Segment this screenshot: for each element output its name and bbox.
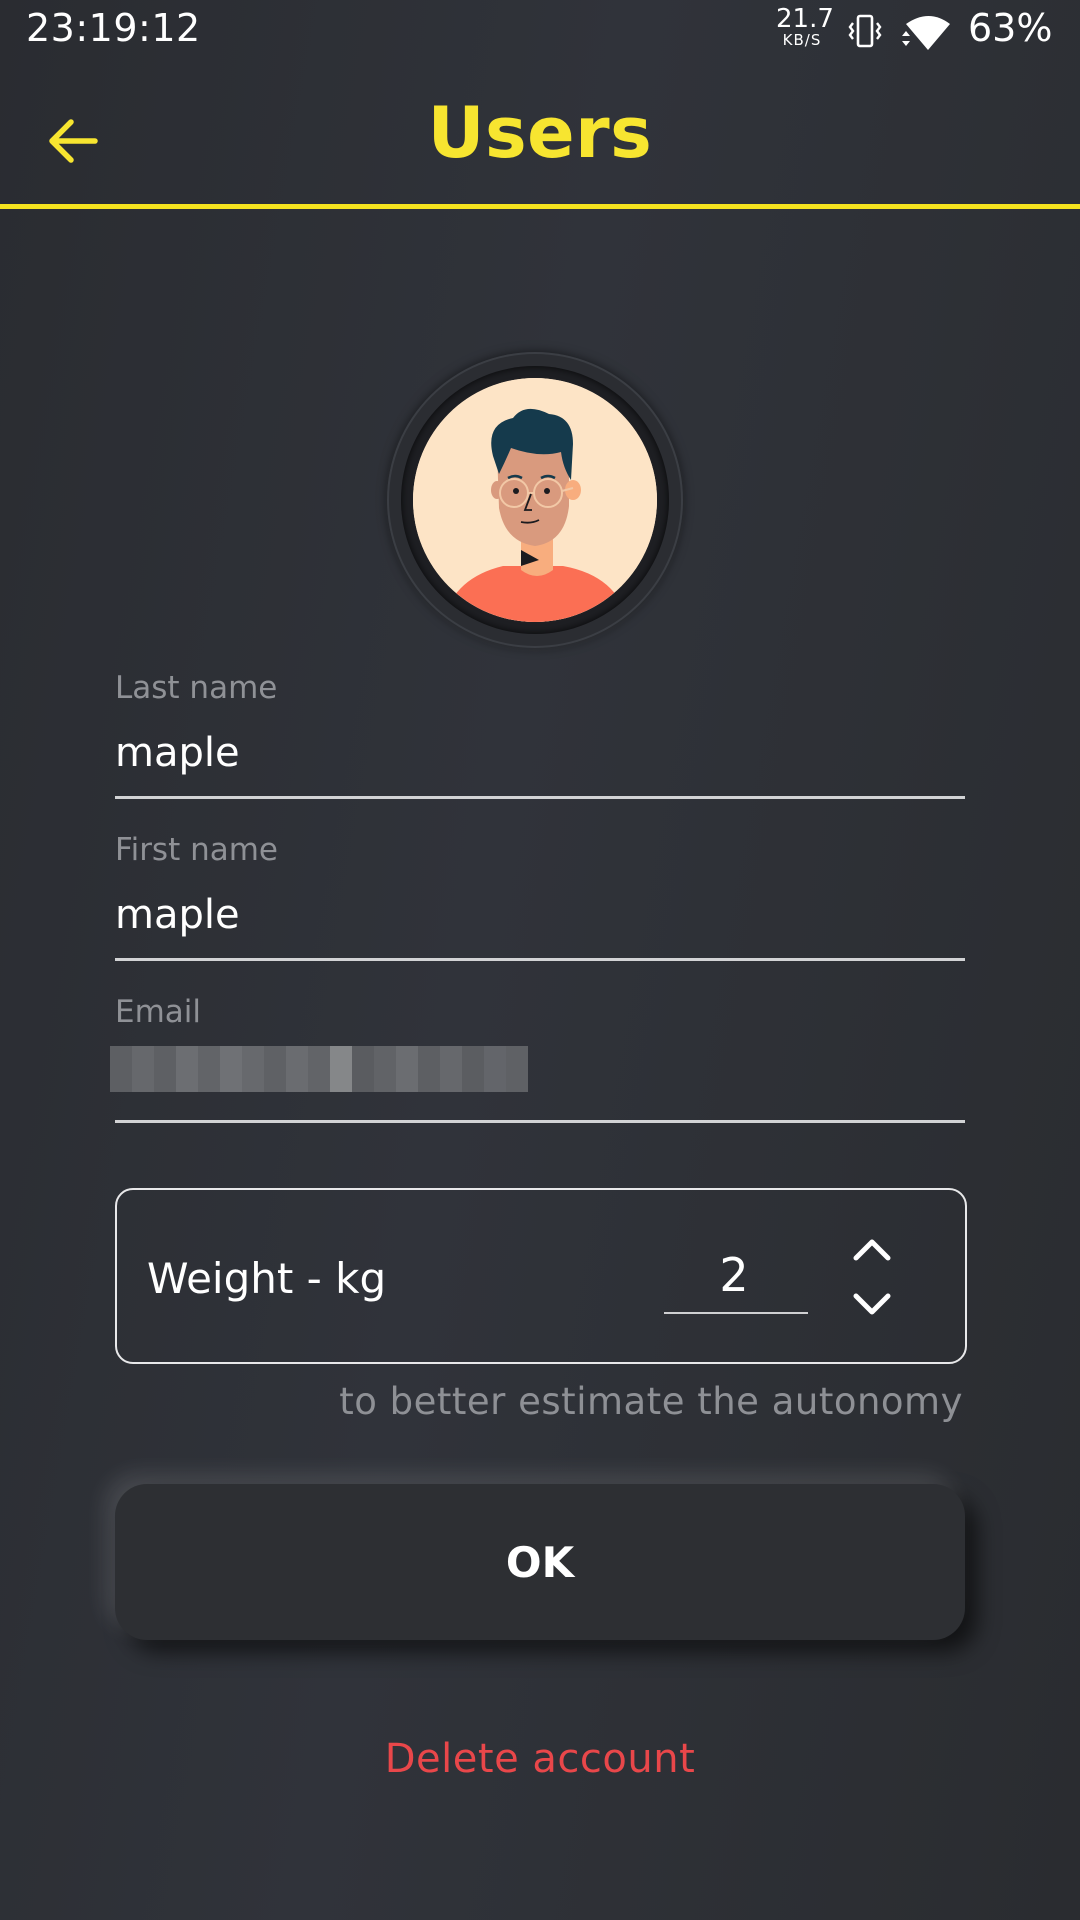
last-name-field[interactable]: Last name maple	[115, 670, 965, 800]
avatar-image	[413, 378, 657, 622]
first-name-label: First name	[115, 832, 279, 868]
chevron-up-icon[interactable]	[850, 1234, 894, 1264]
status-time: 23:19:12	[26, 6, 201, 50]
network-speed-value: 21.7	[776, 4, 834, 34]
network-speed-unit: KB/S	[782, 31, 822, 49]
weight-label: Weight - kg	[147, 1254, 387, 1303]
last-name-input[interactable]: maple	[115, 730, 240, 776]
status-bar: 23:19:12 21.7 KB/S 63%	[0, 0, 1080, 62]
avatar-ring	[401, 366, 669, 634]
first-name-underline	[115, 958, 965, 961]
weight-hint: to better estimate the autonomy	[339, 1380, 963, 1423]
first-name-input[interactable]: maple	[115, 892, 240, 938]
weight-input-box: Weight - kg 2	[115, 1188, 967, 1364]
wifi-icon	[902, 16, 950, 50]
first-name-field[interactable]: First name maple	[115, 832, 965, 962]
delete-account-link[interactable]: Delete account	[0, 1736, 1080, 1782]
last-name-underline	[115, 796, 965, 799]
email-label: Email	[115, 994, 202, 1030]
email-underline	[115, 1120, 965, 1123]
last-name-label: Last name	[115, 670, 278, 706]
page-title: Users	[427, 92, 653, 174]
title-divider	[0, 204, 1080, 209]
network-speed: 21.7 KB/S	[776, 4, 834, 49]
app-bar: Users	[0, 62, 1080, 204]
weight-value-input[interactable]: 2	[664, 1248, 804, 1302]
user-avatar-illustration	[413, 378, 657, 622]
avatar[interactable]	[387, 352, 683, 648]
chevron-down-icon[interactable]	[850, 1290, 894, 1320]
weight-value-underline	[664, 1312, 808, 1314]
vibrate-icon	[848, 14, 882, 48]
user-profile-screen: 23:19:12 21.7 KB/S 63% Users Last name m…	[0, 0, 1080, 1920]
battery-percentage: 63%	[968, 6, 1053, 50]
ok-button-label: OK	[505, 1537, 575, 1587]
ok-button[interactable]: OK	[115, 1484, 965, 1640]
email-input-obscured[interactable]	[110, 1046, 528, 1092]
email-field[interactable]: Email	[110, 994, 965, 1124]
